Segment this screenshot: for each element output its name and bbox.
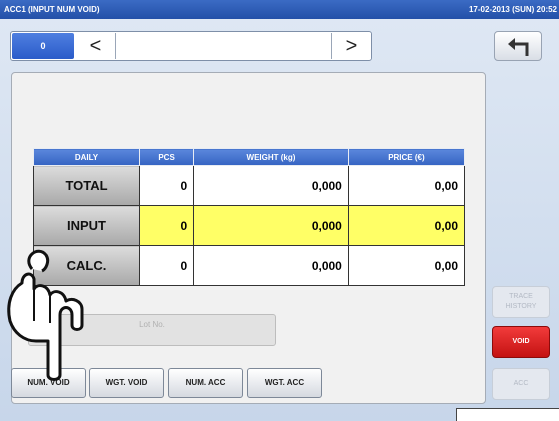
table-row: TOTAL 0 0,000 0,00: [33, 165, 466, 206]
tab-wgt-acc[interactable]: WGT. ACC: [247, 368, 322, 398]
column-header: PRICE (€): [347, 148, 466, 166]
price-cell[interactable]: 0,00: [347, 205, 466, 246]
price-cell: 0,00: [347, 245, 466, 286]
pointing-hand-icon: [7, 249, 84, 381]
record-number[interactable]: 0: [12, 33, 74, 59]
column-header: WEIGHT (kg): [193, 148, 349, 166]
void-button[interactable]: VOID: [492, 326, 550, 358]
row-label-input: INPUT: [33, 205, 140, 246]
title-bar: ACC1 (INPUT NUM VOID) 17-02-2013 (SUN) 2…: [0, 0, 559, 19]
previous-button[interactable]: <: [76, 33, 116, 59]
tab-num-acc[interactable]: NUM. ACC: [168, 368, 243, 398]
pcs-cell[interactable]: 0: [138, 205, 195, 246]
weight-cell: 0,000: [193, 165, 349, 206]
pcs-cell: 0: [138, 245, 195, 286]
screen: ACC1 (INPUT NUM VOID) 17-02-2013 (SUN) 2…: [0, 0, 559, 421]
back-button[interactable]: [494, 31, 542, 61]
table-row: INPUT 0 0,000 0,00: [33, 205, 466, 246]
table-row: CALC. 0 0,000 0,00: [33, 245, 466, 286]
price-cell: 0,00: [347, 165, 466, 206]
row-label-total: TOTAL: [33, 165, 140, 206]
column-header: DAILY: [33, 148, 140, 166]
return-arrow-icon: [508, 38, 529, 56]
pcs-cell: 0: [138, 165, 195, 206]
screen-title: ACC1 (INPUT NUM VOID): [4, 5, 100, 14]
date-time: 17-02-2013 (SUN) 20:52: [468, 5, 557, 14]
record-navigator: 0 < >: [10, 31, 372, 61]
trace-history-button[interactable]: TRACE HISTORY: [492, 286, 550, 318]
tab-wgt-void[interactable]: WGT. VOID: [89, 368, 164, 398]
weight-cell[interactable]: 0,000: [193, 205, 349, 246]
table-header: DAILY PCS WEIGHT (kg) PRICE (€): [33, 148, 466, 166]
column-header: PCS: [138, 148, 195, 166]
acc-button[interactable]: ACC: [492, 368, 550, 400]
totals-table: DAILY PCS WEIGHT (kg) PRICE (€) TOTAL 0 …: [33, 148, 466, 286]
status-box: [456, 408, 559, 421]
next-button[interactable]: >: [331, 33, 371, 59]
weight-cell: 0,000: [193, 245, 349, 286]
